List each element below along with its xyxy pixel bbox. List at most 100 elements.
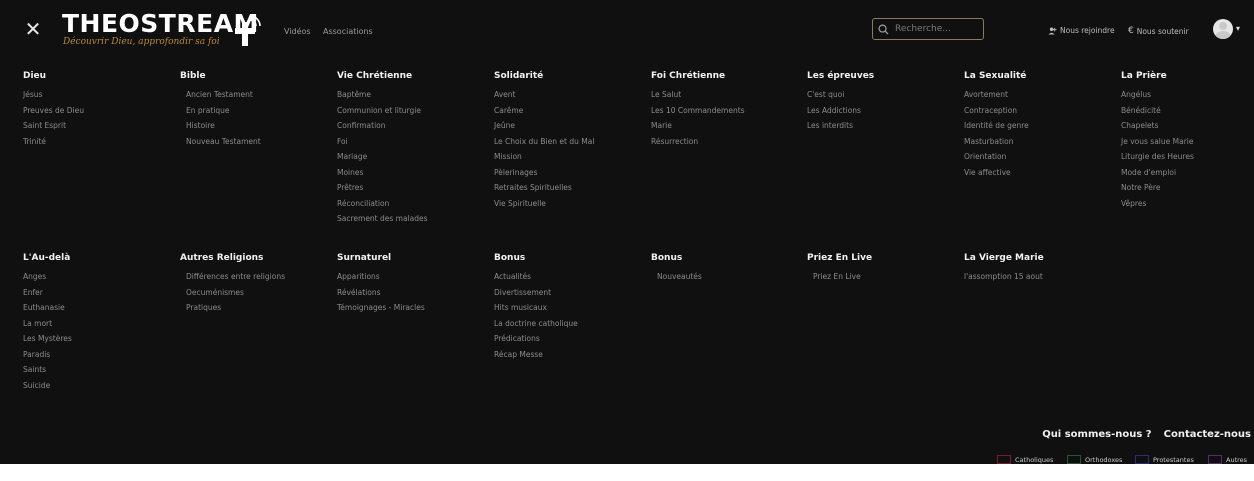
menu-item[interactable]: Liturgie des Heures <box>1121 149 1254 165</box>
menu-category-title[interactable]: L'Au-delà <box>23 253 173 263</box>
menu-item[interactable]: Enfer <box>23 285 173 301</box>
menu-item[interactable]: Chapelets <box>1121 118 1254 134</box>
menu-category-title[interactable]: Surnaturel <box>337 253 487 263</box>
menu-category-title[interactable]: La Prière <box>1121 71 1254 81</box>
menu-item[interactable]: Pèlerinages <box>494 165 644 181</box>
menu-item[interactable]: En pratique <box>180 103 330 119</box>
menu-item[interactable]: Anges <box>23 269 173 285</box>
menu-item[interactable]: C'est quoi <box>807 87 957 103</box>
menu-item[interactable]: Angélus <box>1121 87 1254 103</box>
menu-item[interactable]: Marie <box>651 118 801 134</box>
nav-videos[interactable]: Vidéos <box>284 27 311 36</box>
menu-item[interactable]: Saints <box>23 362 173 378</box>
menu-item[interactable]: Trinité <box>23 134 173 150</box>
support-link[interactable]: € Nous soutenir <box>1128 26 1189 36</box>
menu-item[interactable]: Bénédicité <box>1121 103 1254 119</box>
menu-category-title[interactable]: La Vierge Marie <box>964 253 1114 263</box>
legend-item-protestantes[interactable]: Protestantes <box>1135 455 1194 464</box>
search-box[interactable] <box>872 18 984 40</box>
close-icon[interactable]: ✕ <box>23 18 43 40</box>
menu-item[interactable]: La mort <box>23 316 173 332</box>
about-link[interactable]: Qui sommes-nous ? <box>1042 429 1151 440</box>
menu-item[interactable]: Les Mystères <box>23 331 173 347</box>
menu-category-title[interactable]: Bonus <box>651 253 801 263</box>
menu-item[interactable]: Communion et liturgie <box>337 103 487 119</box>
menu-item[interactable]: Résurrection <box>651 134 801 150</box>
menu-category-title[interactable]: La Sexualité <box>964 71 1114 81</box>
menu-item[interactable]: Vie Spirituelle <box>494 196 644 212</box>
menu-item[interactable]: Moines <box>337 165 487 181</box>
menu-item[interactable]: Mission <box>494 149 644 165</box>
menu-item[interactable]: Histoire <box>180 118 330 134</box>
menu-item[interactable]: Foi <box>337 134 487 150</box>
menu-item[interactable]: Différences entre religions <box>180 269 330 285</box>
menu-item[interactable]: Jésus <box>23 87 173 103</box>
menu-item[interactable]: Apparitions <box>337 269 487 285</box>
menu-item[interactable]: Les interdits <box>807 118 957 134</box>
menu-item[interactable]: Baptême <box>337 87 487 103</box>
menu-item[interactable]: Euthanasie <box>23 300 173 316</box>
menu-category-title[interactable]: Vie Chrétienne <box>337 71 487 81</box>
menu-item[interactable]: Nouveau Testament <box>180 134 330 150</box>
nav-associations[interactable]: Associations <box>323 27 373 36</box>
menu-item[interactable]: Jeûne <box>494 118 644 134</box>
menu-item[interactable]: Confirmation <box>337 118 487 134</box>
menu-item[interactable]: Prêtres <box>337 180 487 196</box>
menu-item[interactable]: Vêpres <box>1121 196 1254 212</box>
avatar[interactable] <box>1213 19 1233 39</box>
menu-item[interactable]: Suicide <box>23 378 173 394</box>
menu-category-title[interactable]: Dieu <box>23 71 173 81</box>
menu-item[interactable]: Carême <box>494 103 644 119</box>
menu-item[interactable]: Nouveautés <box>651 269 801 285</box>
menu-item[interactable]: Réconciliation <box>337 196 487 212</box>
menu-item[interactable]: Oecuménismes <box>180 285 330 301</box>
join-link[interactable]: Nous rejoindre <box>1048 26 1115 35</box>
menu-item[interactable]: Mode d'emploi <box>1121 165 1254 181</box>
logo[interactable]: THEOSTREAM Découvrir Dieu, approfondir s… <box>62 10 262 50</box>
menu-category-title[interactable]: Autres Religions <box>180 253 330 263</box>
menu-item[interactable]: La doctrine catholique <box>494 316 644 332</box>
menu-item[interactable]: Prédications <box>494 331 644 347</box>
menu-category-title[interactable]: Foi Chrétienne <box>651 71 801 81</box>
menu-item[interactable]: Notre Père <box>1121 180 1254 196</box>
chevron-down-icon[interactable]: ▾ <box>1236 24 1240 33</box>
search-input[interactable] <box>893 23 981 35</box>
menu-item[interactable]: Contraception <box>964 103 1114 119</box>
menu-item[interactable]: Témoignages - Miracles <box>337 300 487 316</box>
menu-category-title[interactable]: Bible <box>180 71 330 81</box>
legend-item-orthodoxes[interactable]: Orthodoxes <box>1067 455 1122 464</box>
menu-item[interactable]: Les Addictions <box>807 103 957 119</box>
menu-category-title[interactable]: Bonus <box>494 253 644 263</box>
menu-item[interactable]: Révélations <box>337 285 487 301</box>
menu-item[interactable]: Récap Messe <box>494 347 644 363</box>
menu-item[interactable]: Le Salut <box>651 87 801 103</box>
menu-item[interactable]: Retraites Spirituelles <box>494 180 644 196</box>
menu-item[interactable]: Avent <box>494 87 644 103</box>
menu-item[interactable]: Sacrement des malades <box>337 211 487 227</box>
menu-item[interactable]: Priez En Live <box>807 269 957 285</box>
menu-item[interactable]: Orientation <box>964 149 1114 165</box>
menu-item[interactable]: Paradis <box>23 347 173 363</box>
menu-category-title[interactable]: Solidarité <box>494 71 644 81</box>
menu-item[interactable]: Preuves de Dieu <box>23 103 173 119</box>
menu-item[interactable]: Hits musicaux <box>494 300 644 316</box>
menu-item[interactable]: Avortement <box>964 87 1114 103</box>
menu-item[interactable]: Pratiques <box>180 300 330 316</box>
menu-item[interactable]: Saint Esprit <box>23 118 173 134</box>
menu-item[interactable]: Masturbation <box>964 134 1114 150</box>
menu-item[interactable]: Je vous salue Marie <box>1121 134 1254 150</box>
legend-item-autres[interactable]: Autres <box>1208 455 1247 464</box>
menu-item[interactable]: Vie affective <box>964 165 1114 181</box>
menu-item[interactable]: Le Choix du Bien et du Mal <box>494 134 644 150</box>
menu-category-title[interactable]: Les épreuves <box>807 71 957 81</box>
menu-item[interactable]: Les 10 Commandements <box>651 103 801 119</box>
menu-item[interactable]: l'assomption 15 aout <box>964 269 1114 285</box>
menu-item[interactable]: Mariage <box>337 149 487 165</box>
menu-item[interactable]: Ancien Testament <box>180 87 330 103</box>
menu-item[interactable]: Identité de genre <box>964 118 1114 134</box>
contact-link[interactable]: Contactez-nous <box>1164 429 1251 440</box>
menu-item[interactable]: Divertissement <box>494 285 644 301</box>
menu-category-title[interactable]: Priez En Live <box>807 253 957 263</box>
menu-item[interactable]: Actualités <box>494 269 644 285</box>
legend-item-catholiques[interactable]: Catholiques <box>997 455 1053 464</box>
